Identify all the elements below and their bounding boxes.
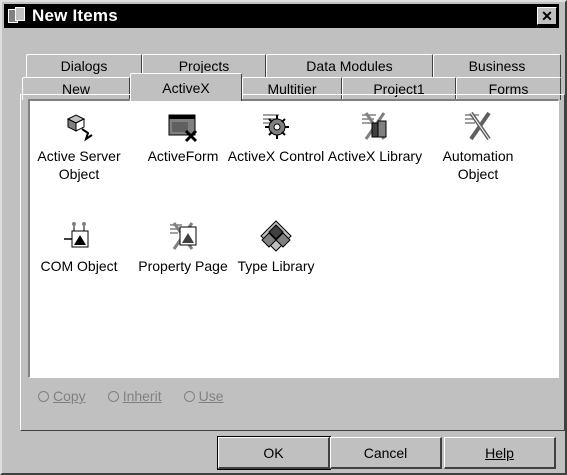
activex-library-icon bbox=[358, 109, 392, 143]
close-button[interactable]: ✕ bbox=[537, 7, 557, 25]
type-library-icon bbox=[259, 219, 293, 253]
item-com-object[interactable]: COM Object bbox=[24, 219, 134, 275]
tab-dialogs[interactable]: Dialogs bbox=[26, 54, 142, 77]
ok-button[interactable]: OK bbox=[217, 436, 331, 470]
item-automation-object[interactable]: Automation Object bbox=[423, 109, 533, 183]
item-type-library[interactable]: Type Library bbox=[221, 219, 331, 275]
use-radio[interactable]: Use bbox=[183, 388, 224, 404]
active-server-object-icon bbox=[62, 109, 96, 143]
radio-copy-indicator bbox=[38, 390, 49, 402]
item-activex-library[interactable]: ActiveX Library bbox=[320, 109, 430, 165]
app-icon bbox=[8, 7, 28, 25]
copy-radio[interactable]: Copy bbox=[38, 388, 86, 404]
item-active-server-object[interactable]: Active Server Object bbox=[24, 109, 134, 183]
items-list: Active Server Object ActiveForm ActiveX … bbox=[28, 99, 559, 378]
radio-use-indicator bbox=[183, 390, 195, 402]
tab-activex[interactable]: ActiveX bbox=[130, 73, 242, 101]
activeform-icon bbox=[166, 109, 200, 143]
creation-options: Copy Inherit Use bbox=[38, 388, 224, 404]
title-bar: New Items ✕ bbox=[4, 4, 559, 28]
item-activex-control[interactable]: ActiveX Control bbox=[221, 109, 331, 165]
property-page-icon bbox=[166, 219, 200, 253]
automation-object-icon bbox=[461, 109, 495, 143]
tab-data-modules[interactable]: Data Modules bbox=[266, 54, 433, 77]
radio-inherit-indicator bbox=[107, 390, 119, 402]
window-title: New Items bbox=[32, 6, 118, 25]
inherit-radio[interactable]: Inherit bbox=[107, 388, 162, 404]
cancel-button[interactable]: Cancel bbox=[330, 437, 442, 469]
tab-business[interactable]: Business bbox=[433, 54, 561, 77]
activex-control-icon bbox=[259, 109, 293, 143]
com-object-icon bbox=[62, 219, 96, 253]
help-button[interactable]: Help bbox=[444, 437, 556, 469]
